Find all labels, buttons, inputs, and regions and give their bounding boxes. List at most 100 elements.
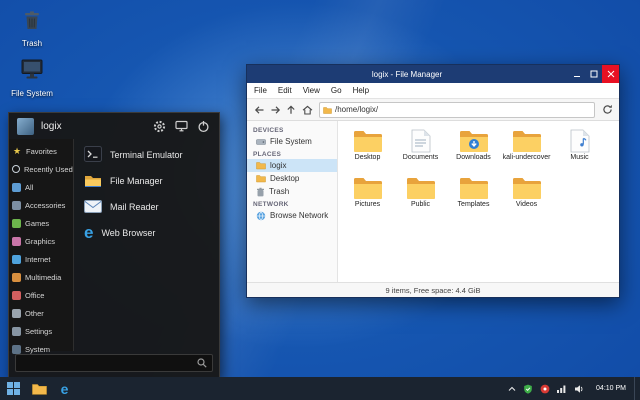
app-mail-reader[interactable]: Mail Reader	[78, 194, 215, 220]
start-menu-body: ★ Favorites Recently Used All Accessories…	[9, 139, 219, 351]
speaker-icon	[574, 384, 585, 394]
chevron-up-icon	[508, 386, 516, 392]
devices-header: DEVICES	[247, 124, 337, 135]
file-public[interactable]: Public	[394, 173, 447, 220]
other-icon	[12, 309, 21, 318]
file-videos[interactable]: Videos	[500, 173, 553, 220]
places-sidebar: DEVICES File System PLACES logix Desktop…	[247, 121, 338, 282]
settings-button[interactable]	[152, 119, 167, 134]
file-downloads[interactable]: Downloads	[447, 126, 500, 173]
category-favorites[interactable]: ★ Favorites	[9, 142, 73, 160]
close-button[interactable]	[602, 65, 619, 83]
app-terminal-emulator[interactable]: Terminal Emulator	[78, 142, 215, 168]
gear-icon	[153, 120, 166, 133]
sidebar-item-label: Desktop	[270, 174, 299, 183]
category-other[interactable]: Other	[9, 304, 73, 322]
settings-icon	[12, 327, 21, 336]
sidebar-item-trash[interactable]: Trash	[247, 185, 337, 198]
category-label: Accessories	[25, 201, 65, 210]
category-accessories[interactable]: Accessories	[9, 196, 73, 214]
status-bar: 9 items, Free space: 4.4 GiB	[247, 282, 619, 297]
taskbar-web-browser[interactable]: e	[52, 377, 77, 400]
up-button[interactable]	[283, 102, 299, 118]
category-all[interactable]: All	[9, 178, 73, 196]
lock-screen-button[interactable]	[174, 119, 189, 134]
category-graphics[interactable]: Graphics	[9, 232, 73, 250]
back-button[interactable]	[251, 102, 267, 118]
terminal-icon	[84, 146, 102, 164]
titlebar[interactable]: logix - File Manager	[247, 65, 619, 83]
menu-go[interactable]: Go	[331, 86, 342, 95]
category-label: Settings	[25, 327, 52, 336]
sidebar-item-label: Browse Network	[270, 211, 328, 220]
folder-icon	[32, 383, 47, 395]
category-label: All	[25, 183, 33, 192]
category-office[interactable]: Office	[9, 286, 73, 304]
user-avatar[interactable]	[17, 118, 34, 135]
app-web-browser[interactable]: e Web Browser	[78, 220, 215, 246]
red-badge-icon	[540, 384, 550, 394]
category-recently-used[interactable]: Recently Used	[9, 160, 73, 178]
security-status-tray-icon[interactable]	[523, 384, 533, 394]
file-manager-window: logix - File Manager File Edit View Go H…	[246, 64, 620, 298]
show-desktop-button[interactable]	[634, 377, 640, 400]
power-button[interactable]	[196, 119, 211, 134]
edge-icon: e	[84, 226, 93, 240]
notifications-tray-icon[interactable]	[540, 384, 550, 394]
star-icon: ★	[12, 147, 22, 156]
category-games[interactable]: Games	[9, 214, 73, 232]
file-desktop[interactable]: Desktop	[341, 126, 394, 173]
category-label: Favorites	[26, 147, 57, 156]
search-input[interactable]	[15, 354, 213, 372]
desktop-icon-trash[interactable]: Trash	[4, 8, 60, 48]
minimize-button[interactable]	[568, 65, 585, 83]
taskbar-file-manager[interactable]	[27, 377, 52, 400]
power-icon	[197, 120, 210, 133]
file-kali-undercover[interactable]: kali-undercover	[500, 126, 553, 173]
file-templates[interactable]: Templates	[447, 173, 500, 220]
reload-button[interactable]	[599, 102, 615, 118]
menu-view[interactable]: View	[303, 86, 320, 95]
sidebar-item-file-system[interactable]: File System	[247, 135, 337, 148]
clock-icon	[12, 165, 20, 173]
app-label: File Manager	[110, 176, 163, 186]
desktop-icon-file-system[interactable]: File System	[4, 57, 60, 98]
app-label: Mail Reader	[110, 202, 159, 212]
file-grid: Desktop Documents Downloads kali-underco…	[338, 121, 619, 282]
sidebar-item-label: logix	[270, 161, 286, 170]
volume-tray-icon[interactable]	[574, 384, 585, 394]
path-bar[interactable]: /home/logix/	[319, 102, 595, 118]
sidebar-item-desktop[interactable]: Desktop	[247, 172, 337, 185]
network-tray-icon[interactable]	[557, 384, 567, 393]
sidebar-item-browse-network[interactable]: Browse Network	[247, 209, 337, 222]
computer-icon	[19, 57, 45, 87]
file-pictures[interactable]: Pictures	[341, 173, 394, 220]
internet-icon	[12, 255, 21, 264]
forward-button[interactable]	[267, 102, 283, 118]
system-icon	[12, 345, 21, 354]
menu-help[interactable]: Help	[353, 86, 369, 95]
display-icon	[175, 120, 188, 132]
category-settings[interactable]: Settings	[9, 322, 73, 340]
application-list: Terminal Emulator File Manager Mail Read…	[74, 139, 219, 351]
username: logix	[41, 121, 145, 132]
hidden-icons-button[interactable]	[508, 386, 516, 392]
sidebar-item-label: File System	[270, 137, 312, 146]
audio-file-icon	[570, 128, 590, 153]
file-music[interactable]: Music	[553, 126, 606, 173]
sidebar-item-logix[interactable]: logix	[247, 159, 337, 172]
taskbar-clock[interactable]: 04:10 PM	[588, 385, 634, 392]
trash-icon	[256, 187, 265, 197]
menu-edit[interactable]: Edit	[278, 86, 292, 95]
desktop-icon-label: Trash	[22, 39, 42, 48]
app-file-manager[interactable]: File Manager	[78, 168, 215, 194]
folder-icon	[323, 106, 332, 114]
file-documents[interactable]: Documents	[394, 126, 447, 173]
file-label: Pictures	[355, 201, 380, 209]
home-button[interactable]	[299, 102, 315, 118]
menu-file[interactable]: File	[254, 86, 267, 95]
category-internet[interactable]: Internet	[9, 250, 73, 268]
category-multimedia[interactable]: Multimedia	[9, 268, 73, 286]
start-button[interactable]	[0, 377, 27, 400]
maximize-button[interactable]	[585, 65, 602, 83]
